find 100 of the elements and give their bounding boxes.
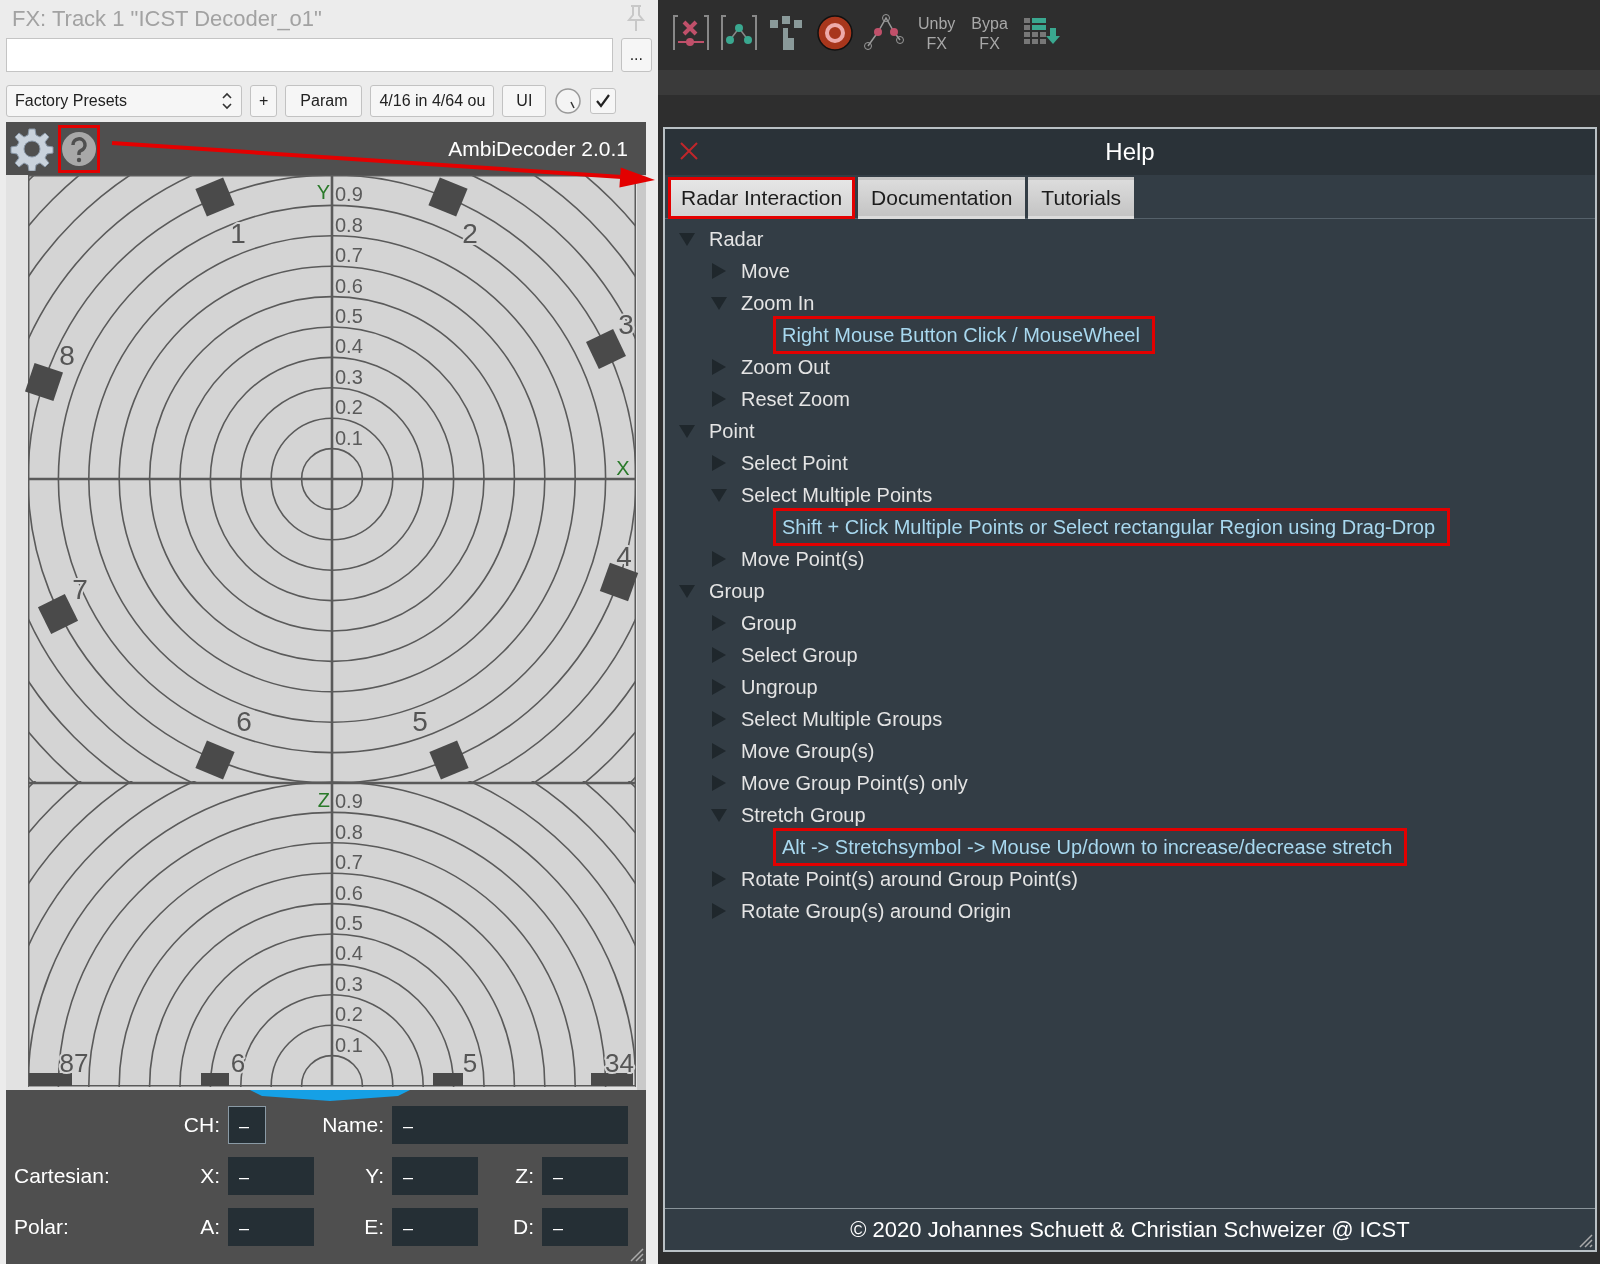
expand-caret-icon[interactable] [711, 679, 727, 695]
field-label: A: [199, 1214, 221, 1241]
add-button[interactable]: + [250, 85, 278, 117]
speaker-label: 87 [59, 1048, 89, 1078]
tick-label: 0.1 [335, 1033, 363, 1056]
tree-item[interactable]: Rotate Group(s) around Origin [741, 896, 1012, 926]
tree-item[interactable]: Group [709, 576, 765, 606]
speaker-label: 6 [230, 1048, 246, 1078]
tab[interactable]: Radar Interaction [668, 177, 856, 219]
expand-caret-icon[interactable] [711, 775, 727, 791]
speaker-label: 5 [412, 706, 428, 737]
tree-item[interactable]: Zoom In [741, 288, 815, 318]
value-field[interactable]: – [228, 1157, 314, 1195]
tree-item[interactable]: Reset Zoom [741, 384, 850, 414]
value-field[interactable]: – [228, 1106, 266, 1144]
field-label: Name: [321, 1112, 385, 1139]
speaker-marker[interactable] [201, 1073, 229, 1086]
value-field[interactable]: – [542, 1208, 628, 1246]
speaker-marker[interactable] [433, 1073, 463, 1086]
preset-select[interactable]: Factory Presets [6, 85, 242, 117]
collapse-caret-icon[interactable] [711, 487, 727, 503]
settings-icon[interactable] [10, 126, 54, 171]
collapse-caret-icon[interactable] [679, 423, 695, 439]
record-icon[interactable] [816, 14, 854, 52]
io-button[interactable]: 4/16 in 4/64 ou [370, 85, 495, 117]
nodes-icon[interactable] [864, 14, 904, 52]
value-field[interactable]: – [392, 1106, 628, 1144]
tick-label: 0.6 [335, 274, 363, 297]
tree-item[interactable]: Point [709, 416, 755, 446]
expand-caret-icon[interactable] [711, 263, 727, 279]
close-icon[interactable] [679, 141, 699, 161]
tick-label: 0.5 [335, 912, 363, 934]
param-button[interactable]: Param [285, 85, 363, 117]
expand-caret-icon[interactable] [711, 391, 727, 407]
tick-label: 0.2 [335, 1003, 363, 1026]
collapse-caret-icon[interactable] [679, 231, 695, 247]
toolbar-button[interactable]: Bypa FX [967, 14, 1012, 54]
tree-item[interactable]: Move [741, 256, 790, 286]
tab[interactable]: Documentation [858, 177, 1026, 219]
speaker-label: 5 [462, 1048, 478, 1078]
speaker-marker[interactable] [591, 1073, 633, 1086]
tree-item[interactable]: Ungroup [741, 672, 818, 702]
collapse-caret-icon[interactable] [679, 583, 695, 599]
ui-button[interactable]: UI [502, 85, 547, 117]
tree-item[interactable]: Select Group [741, 640, 858, 670]
value-field[interactable]: – [392, 1208, 478, 1246]
expand-caret-icon[interactable] [711, 647, 727, 663]
field-label: X: [199, 1163, 221, 1190]
field-label: Y: [364, 1163, 385, 1190]
expand-caret-icon[interactable] [711, 359, 727, 375]
tree-item[interactable]: Zoom Out [741, 352, 830, 382]
envelope-nodes-icon[interactable] [720, 14, 758, 52]
tree-item[interactable]: Select Multiple Points [741, 480, 933, 510]
value-field[interactable]: – [228, 1208, 314, 1246]
tree-item[interactable]: Stretch Group [741, 800, 866, 830]
envelope-delete-icon[interactable] [672, 14, 710, 52]
field-label: E: [363, 1214, 385, 1241]
value-field[interactable]: – [542, 1157, 628, 1195]
collapse-caret-icon[interactable] [711, 807, 727, 823]
pin-icon[interactable] [626, 4, 646, 32]
expand-caret-icon[interactable] [711, 551, 727, 567]
text-field[interactable] [6, 38, 613, 72]
tick-label: 0.7 [335, 851, 363, 874]
toolbar-button[interactable]: Unby FX [914, 14, 960, 54]
tree-item[interactable]: Radar [709, 224, 764, 254]
tree-item[interactable]: Rotate Point(s) around Group Point(s) [741, 864, 1078, 894]
value-field[interactable]: – [392, 1157, 478, 1195]
expand-caret-icon[interactable] [711, 743, 727, 759]
expand-caret-icon[interactable] [711, 903, 727, 919]
expand-caret-icon[interactable] [711, 455, 727, 471]
enable-checkbox[interactable] [590, 88, 617, 114]
expand-caret-icon[interactable] [711, 711, 727, 727]
help-hint: Shift + Click Multiple Points or Select rectangular Region using Drag-Drop [773, 508, 1451, 546]
checkmark-icon [594, 92, 613, 110]
tick-label: 0.5 [335, 305, 363, 327]
tick-label: 0.8 [335, 213, 363, 236]
tree-item[interactable]: Move Group(s) [741, 736, 875, 766]
speaker-marker[interactable] [29, 1073, 72, 1086]
expand-caret-icon[interactable] [711, 871, 727, 887]
speaker-label: 8 [59, 340, 75, 371]
tree-item[interactable]: Move Point(s) [741, 544, 865, 574]
tab[interactable]: Tutorials [1028, 177, 1135, 219]
help-button[interactable] [58, 124, 100, 173]
tree-item[interactable]: Group [741, 608, 797, 638]
row-label: Polar: [14, 1214, 70, 1241]
expand-caret-icon[interactable] [711, 615, 727, 631]
more-button[interactable]: ... [620, 38, 652, 72]
axis-label: Z [317, 789, 330, 811]
radar-background[interactable] [28, 175, 636, 1087]
plugin-title: AmbiDecoder 2.0.1 [448, 135, 628, 162]
tree-item[interactable]: Select Multiple Groups [741, 704, 943, 734]
tick-label: 0.6 [335, 881, 363, 904]
tick-label: 0.3 [335, 972, 363, 995]
help-hint: Right Mouse Button Click / MouseWheel [773, 316, 1155, 354]
collapse-caret-icon[interactable] [711, 295, 727, 311]
knob-icon[interactable] [554, 87, 583, 115]
tree-item[interactable]: Move Group Point(s) only [741, 768, 968, 798]
tree-item[interactable]: Select Point [741, 448, 848, 478]
tick-label: 0.2 [335, 396, 363, 419]
field-label: D: [512, 1214, 535, 1241]
